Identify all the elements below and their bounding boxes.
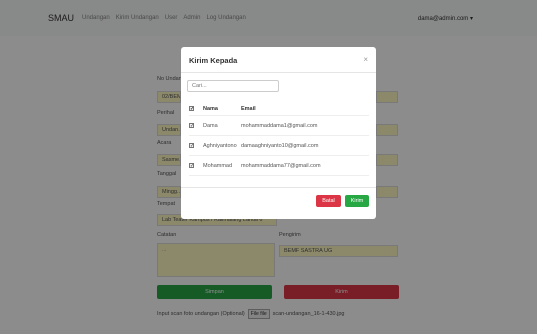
row-checkbox[interactable] — [189, 122, 194, 128]
row-email: damaaghniyanto10@gmail.com — [241, 142, 319, 149]
row-checkbox[interactable] — [189, 162, 194, 168]
row-email: mohammaddama77@gmail.com — [241, 162, 321, 169]
kirim-modal-button[interactable]: Kirim — [345, 195, 369, 207]
column-header-name: Nama — [203, 105, 218, 112]
kirim-kepada-modal: Kirim Kepada × Nama Email Dama mohammadd… — [181, 47, 376, 219]
modal-header-divider — [181, 72, 376, 73]
table-header-row: Nama Email — [189, 102, 369, 116]
row-email: mohammaddama1@gmail.com — [241, 122, 318, 129]
row-checkbox-cell — [189, 142, 203, 149]
select-all-checkbox[interactable] — [189, 105, 194, 111]
table-row[interactable]: Aghniyantono damaaghniyanto10@gmail.com — [189, 136, 369, 156]
row-checkbox-cell — [189, 122, 203, 129]
batal-button[interactable]: Batal — [316, 195, 341, 207]
row-name: Aghniyantono — [203, 142, 237, 149]
row-checkbox[interactable] — [189, 142, 194, 148]
row-name: Mohammad — [203, 162, 233, 169]
table-row[interactable]: Dama mohammaddama1@gmail.com — [189, 116, 369, 136]
modal-footer-divider — [181, 187, 376, 188]
close-icon[interactable]: × — [363, 55, 368, 64]
search-input[interactable] — [187, 80, 279, 92]
modal-title: Kirim Kepada — [189, 56, 238, 65]
recipient-table: Nama Email Dama mohammaddama1@gmail.com … — [189, 102, 369, 176]
select-all-cell — [189, 105, 203, 112]
column-header-email: Email — [241, 105, 256, 112]
row-checkbox-cell — [189, 162, 203, 169]
table-row[interactable]: Mohammad mohammaddama77@gmail.com — [189, 156, 369, 176]
row-name: Dama — [203, 122, 218, 129]
